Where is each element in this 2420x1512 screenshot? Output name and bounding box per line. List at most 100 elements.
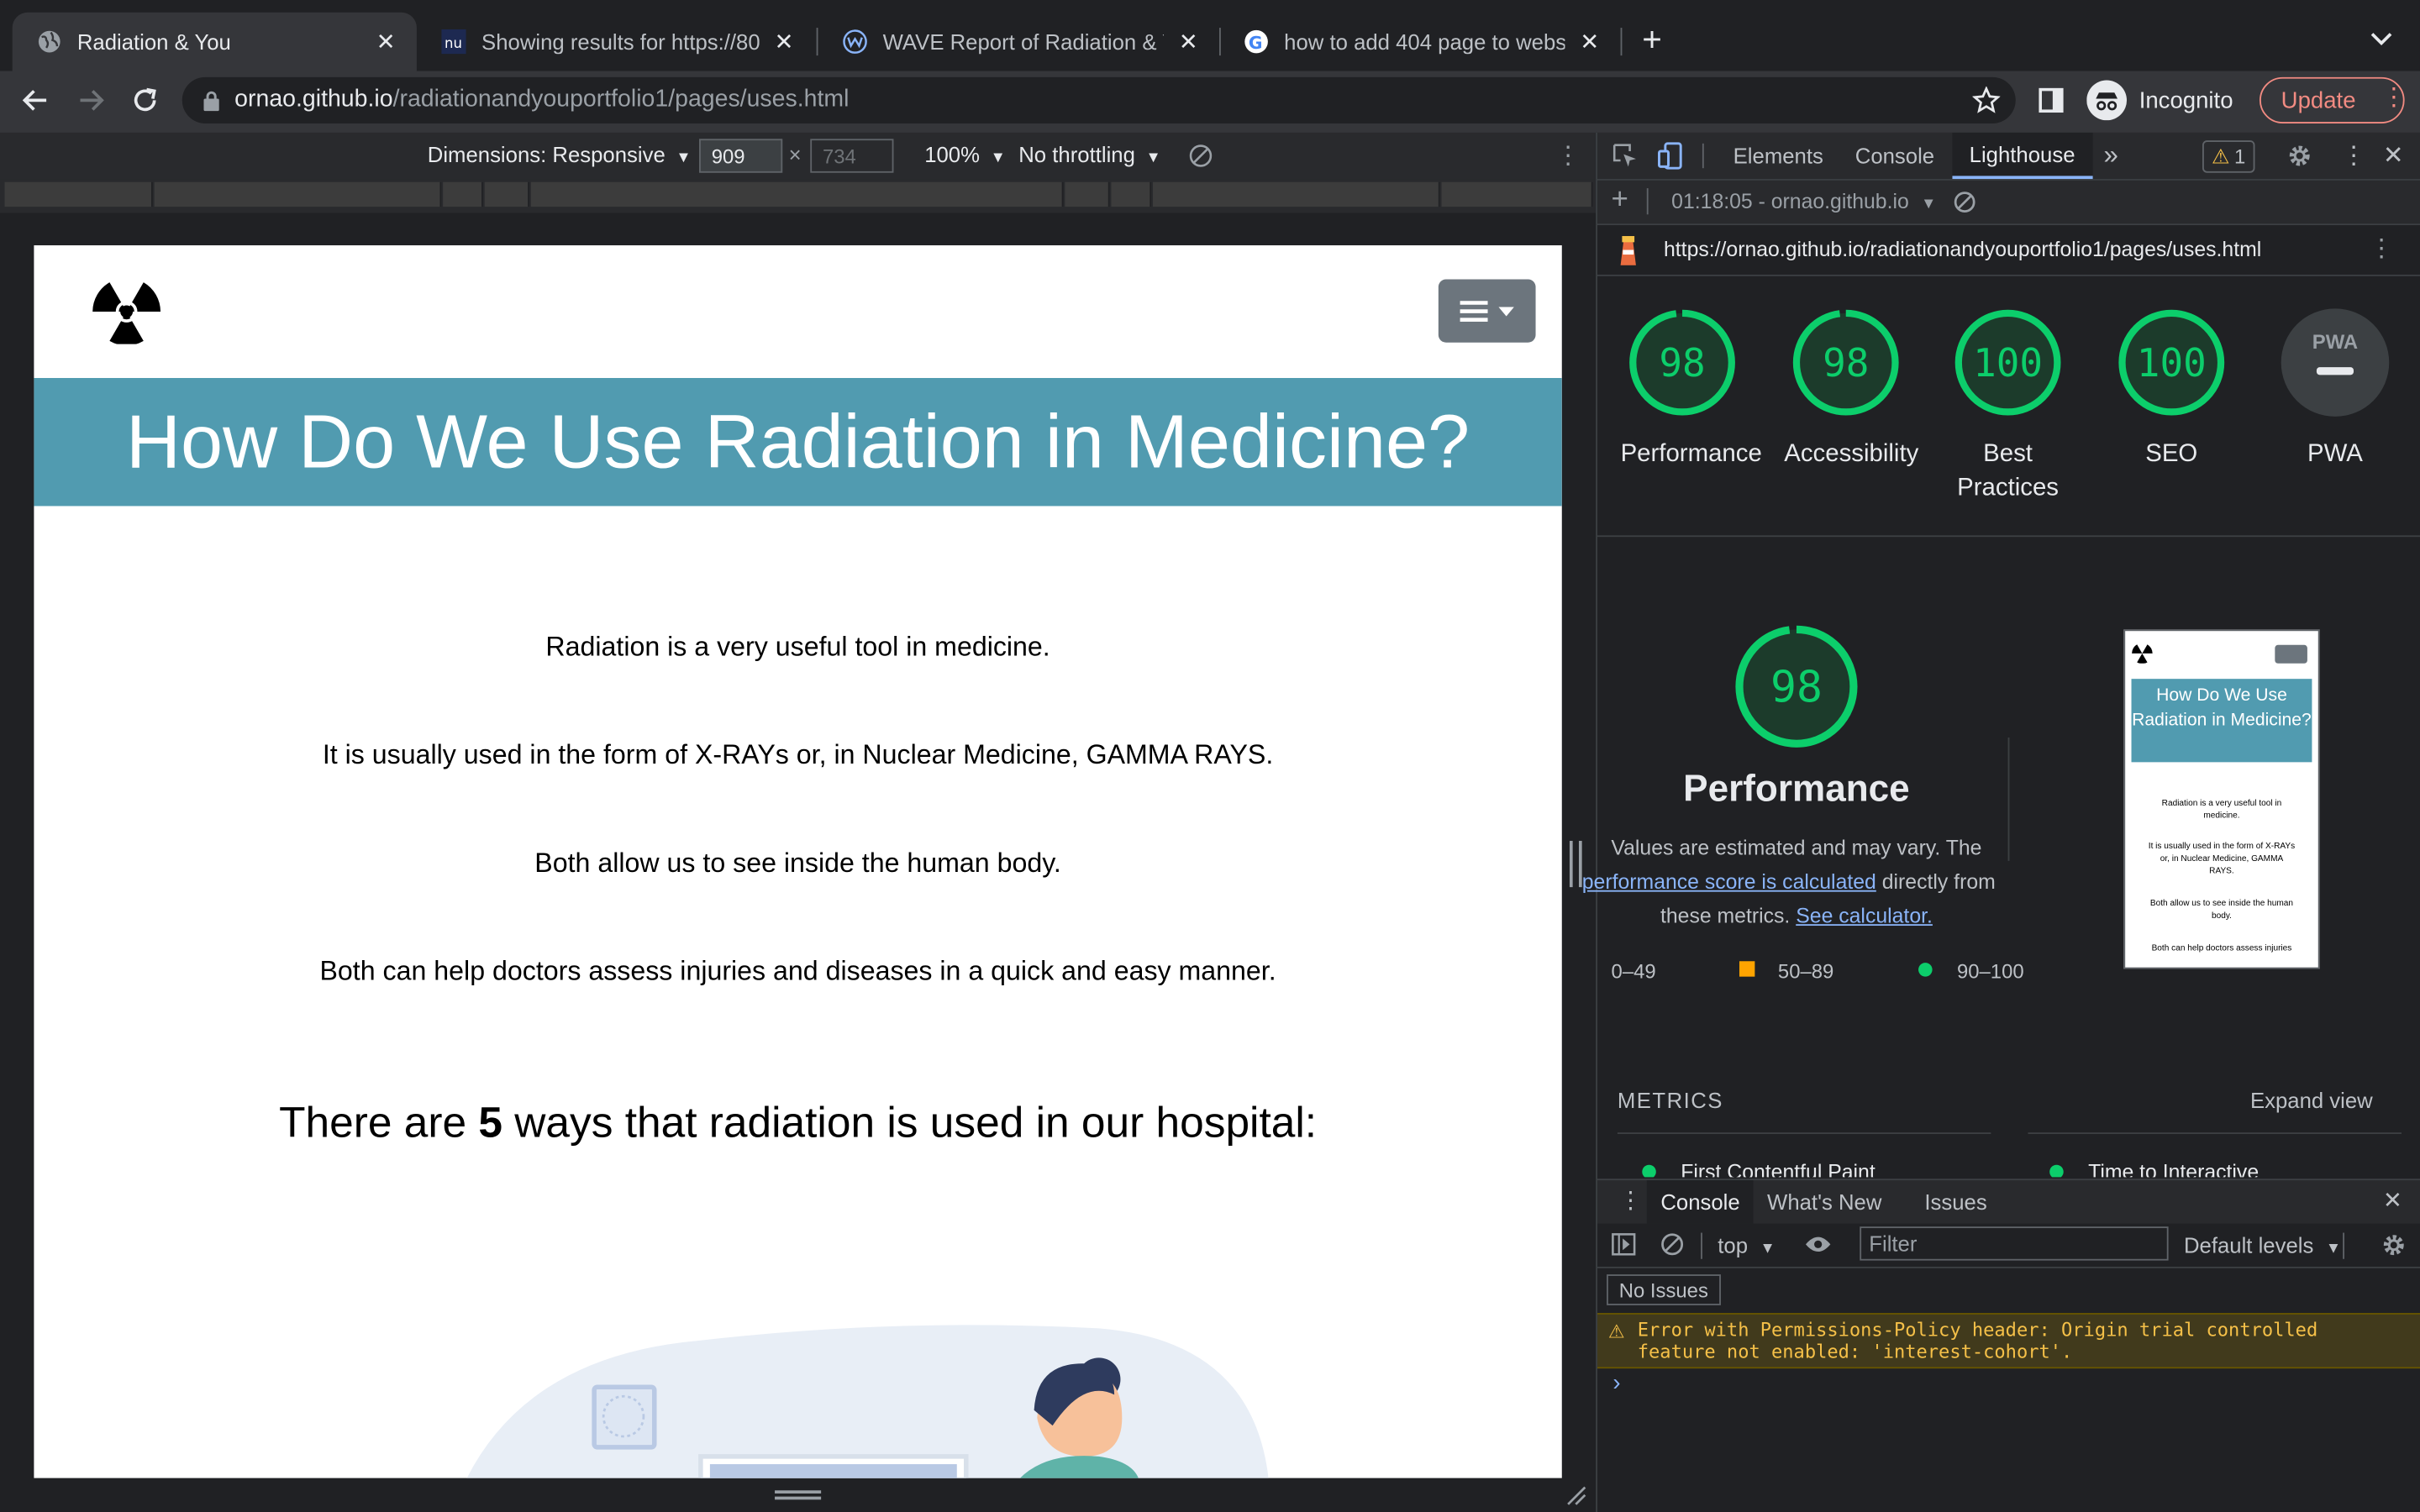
dimensions-dropdown[interactable]: Dimensions: Responsive ▼ [428, 142, 692, 166]
filter-placeholder: Filter [1869, 1231, 1918, 1257]
tab-elements[interactable]: Elements [1733, 133, 1823, 179]
width-input[interactable]: 909 [699, 139, 783, 173]
bookmark-star-icon[interactable] [1972, 86, 2001, 114]
dropdown-caret-icon: ▼ [2325, 1240, 2342, 1257]
radiation-logo-icon[interactable] [91, 279, 161, 344]
sidebar-toggle-icon[interactable] [1612, 1233, 1636, 1257]
lock-icon[interactable] [203, 90, 219, 111]
browser-tab-wave[interactable]: WAVE Report of Radiation & Yo ✕ [818, 13, 1219, 71]
tab-lighthouse[interactable]: Lighthouse [1952, 132, 2092, 180]
clear-console-icon[interactable] [1660, 1233, 1684, 1257]
report-menu-icon[interactable]: ⋮ [2369, 233, 2393, 264]
throttling-label: No throttling [1018, 141, 1135, 167]
drawer-tab-issues[interactable]: Issues [1924, 1189, 1986, 1214]
new-report-icon[interactable]: + [1612, 184, 1628, 218]
drawer-menu-icon[interactable]: ⋮ [1619, 1186, 1643, 1214]
page-hero: How Do We Use Radiation in Medicine? [34, 377, 1562, 507]
more-tabs-icon[interactable]: » [2103, 133, 2118, 179]
tab-search-icon[interactable] [2370, 31, 2392, 46]
incognito-indicator[interactable]: Incognito [2086, 80, 2233, 121]
score-calculated-link[interactable]: performance score is calculated [1582, 870, 1876, 894]
console-prompt[interactable]: › [1612, 1370, 1620, 1396]
inspect-element-icon[interactable] [1612, 144, 1637, 168]
close-devtools-icon[interactable]: ✕ [2383, 133, 2404, 179]
rotate-icon[interactable] [1188, 144, 1213, 168]
device-more-icon[interactable]: ⋮ [1555, 140, 1580, 171]
google-icon: G [1244, 29, 1268, 54]
globe-icon [37, 29, 61, 54]
warnings-badge[interactable]: ⚠ 1 [2202, 140, 2255, 173]
device-toolbar: Dimensions: Responsive ▼ 909 × 734 100% … [0, 132, 1597, 180]
live-expression-eye-icon[interactable] [1804, 1234, 1832, 1254]
update-button[interactable]: Update ⋮ [2259, 76, 2407, 123]
close-tab-icon[interactable]: ✕ [373, 29, 397, 55]
forward-icon[interactable] [77, 87, 105, 114]
thumb-paragraph: It is usually used in the form of X-RAYs… [2148, 842, 2296, 877]
pass-circle-icon [1918, 963, 1933, 977]
svg-text:nu: nu [445, 35, 462, 51]
height-input[interactable]: 734 [810, 139, 894, 173]
incognito-label: Incognito [2139, 87, 2233, 113]
best-practices-score: 100 [1973, 339, 2044, 386]
accessibility-gauge[interactable]: 98 Accessibility [1784, 308, 1918, 472]
console-settings-icon[interactable] [2381, 1233, 2406, 1257]
no-issues-button[interactable]: No Issues [1607, 1274, 1721, 1305]
console-warning-message[interactable]: ⚠ Error with Permissions-Policy header: … [1597, 1313, 2420, 1369]
settings-gear-icon[interactable] [2287, 144, 2312, 168]
close-tab-icon[interactable]: ✕ [1176, 29, 1201, 55]
close-drawer-icon[interactable]: ✕ [2383, 1186, 2402, 1214]
metric-pass-icon [2049, 1164, 2064, 1178]
description-text: Values are estimated and may vary. The [1611, 836, 1982, 860]
devtools-menu-icon[interactable]: ⋮ [2341, 133, 2365, 179]
performance-gauge[interactable]: 98 Performance [1621, 308, 1762, 472]
expand-view-link[interactable]: Expand view [2250, 1088, 2373, 1112]
log-levels-dropdown[interactable]: Default levels ▼ [2184, 1233, 2341, 1257]
viewport-bottom-handle[interactable] [775, 1490, 822, 1500]
wave-icon [843, 29, 867, 54]
new-tab-icon[interactable]: + [1642, 23, 1662, 57]
ways-count: 5 [478, 1098, 502, 1147]
legend-pass: 90–100 [1956, 959, 2024, 983]
report-url[interactable]: https://ornao.github.io/radiationandyoup… [1664, 238, 2261, 261]
thumb-paragraph: Both allow us to see inside the human bo… [2149, 899, 2294, 921]
navbar-toggle-button[interactable] [1438, 279, 1536, 343]
close-tab-icon[interactable]: ✕ [1577, 29, 1602, 55]
throttling-dropdown[interactable]: No throttling ▼ [1018, 142, 1160, 166]
url-host: ornao.github.io [234, 86, 393, 113]
seo-gauge[interactable]: 100 SEO [2110, 308, 2233, 472]
report-select[interactable]: 01:18:05 - ornao.github.io ▼ [1671, 190, 1936, 213]
update-label: Update [2281, 87, 2356, 113]
description-text: directly from [1881, 869, 1996, 894]
browser-toolbar: ornao.github.io/radiationandyouportfolio… [0, 71, 2420, 133]
see-calculator-link[interactable]: See calculator. [1796, 904, 1933, 927]
media-query-bar[interactable] [0, 179, 1597, 213]
gauge-label: Best Practices [1957, 441, 2059, 501]
drawer-tab-console[interactable]: Console [1646, 1180, 1754, 1224]
page-screenshot-thumbnail[interactable]: How Do We Use Radiation in Medicine? Rad… [2123, 629, 2320, 969]
side-panel-icon[interactable] [2039, 87, 2064, 113]
browser-tab-google[interactable]: G how to add 404 page to websit ✕ [1219, 13, 1621, 71]
close-tab-icon[interactable]: ✕ [771, 29, 796, 55]
tab-console[interactable]: Console [1855, 133, 1934, 179]
clear-reports-icon[interactable] [1954, 192, 1975, 213]
browser-tab-validator[interactable]: nu Showing results for https://800 ✕ [417, 13, 815, 71]
address-bar[interactable]: ornao.github.io/radiationandyouportfolio… [182, 76, 2016, 123]
device-toggle-icon[interactable] [1658, 142, 1682, 170]
context-select[interactable]: top ▼ [1718, 1233, 1775, 1257]
back-icon[interactable] [22, 87, 50, 114]
zoom-dropdown[interactable]: 100% ▼ [924, 142, 1006, 166]
corner-resize-icon[interactable] [1565, 1484, 1586, 1506]
lighthouse-toolbar: + 01:18:05 - ornao.github.io ▼ [1597, 180, 2420, 226]
pwa-gauge[interactable]: PWA PWA [2274, 308, 2397, 472]
browser-tab-radiation[interactable]: Radiation & You ✕ [12, 12, 417, 71]
reload-icon[interactable] [131, 87, 159, 114]
thumb-paragraph: Both can help doctors assess injuries [2151, 944, 2292, 954]
best-practices-gauge[interactable]: 100 Best Practices [1946, 308, 2070, 506]
performance-description: Values are estimated and may vary. The p… [1582, 832, 1996, 933]
intro-paragraph: Radiation is a very useful tool in medic… [545, 631, 1050, 662]
intro-paragraph: It is usually used in the form of X-RAYs… [322, 738, 1274, 770]
more-vert-icon: ⋮ [2381, 85, 2407, 112]
console-filter-input[interactable]: Filter [1860, 1226, 2169, 1261]
viewport-resize-handle[interactable] [1569, 841, 1582, 888]
drawer-tab-whats-new[interactable]: What's New [1767, 1189, 1881, 1214]
